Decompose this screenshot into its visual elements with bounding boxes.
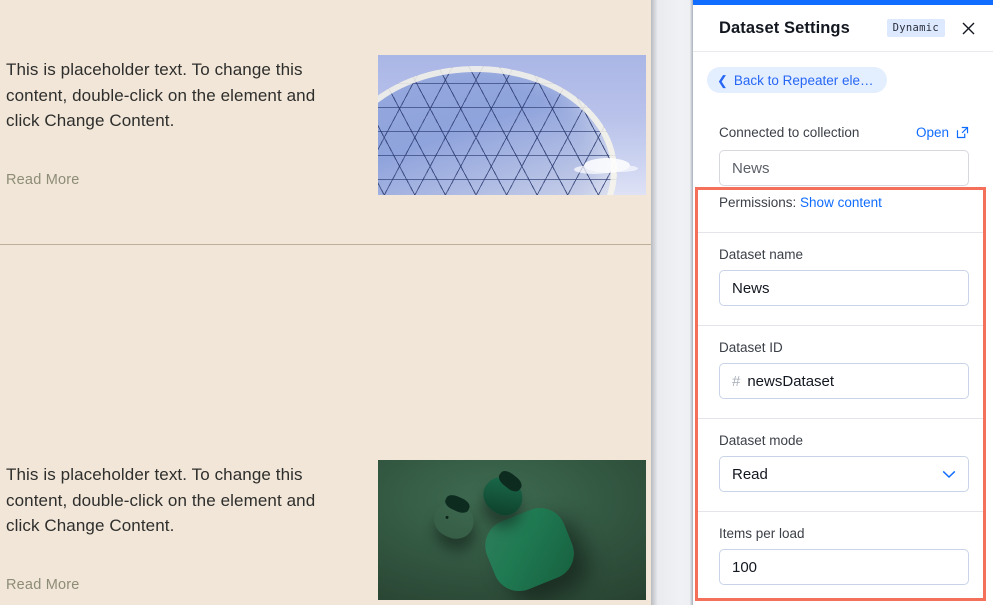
app-root: This is placeholder text. To change this… bbox=[0, 0, 993, 605]
hash-icon: # bbox=[732, 372, 741, 390]
dataset-id-input[interactable]: # newsDataset bbox=[719, 363, 969, 399]
dataset-mode-label: Dataset mode bbox=[719, 433, 804, 448]
section-divider bbox=[698, 325, 983, 326]
dataset-name-label: Dataset name bbox=[719, 247, 804, 262]
show-content-link[interactable]: Show content bbox=[800, 195, 882, 210]
dataset-name-input[interactable]: News bbox=[719, 270, 969, 306]
panel-title: Dataset Settings bbox=[719, 18, 850, 37]
external-link-icon bbox=[956, 126, 969, 139]
green-earbuds-image[interactable] bbox=[378, 460, 646, 600]
repeater-item[interactable]: This is placeholder text. To change this bbox=[0, 280, 651, 420]
chevron-down-icon bbox=[942, 470, 956, 479]
permissions-label: Permissions: bbox=[719, 195, 797, 210]
panel-header: Dataset Settings Dynamic bbox=[693, 5, 993, 52]
items-per-load-value: 100 bbox=[732, 558, 758, 576]
collection-input-value: News bbox=[732, 159, 770, 177]
editor-canvas[interactable]: This is placeholder text. To change this… bbox=[0, 0, 651, 605]
chevron-left-icon: ❮ bbox=[717, 72, 728, 88]
item-text[interactable]: This is placeholder text. To change this… bbox=[6, 57, 346, 134]
items-per-load-input[interactable]: 100 bbox=[719, 549, 969, 585]
back-button-label: Back to Repeater ele… bbox=[733, 72, 874, 88]
connected-to-collection-label: Connected to collection bbox=[719, 125, 860, 140]
repeater-item[interactable]: This is placeholder text. To change this… bbox=[0, 140, 651, 600]
earbud-case-shape bbox=[477, 500, 582, 599]
close-icon[interactable] bbox=[959, 19, 977, 37]
repeater-element[interactable]: This is placeholder text. To change this… bbox=[0, 0, 651, 600]
permissions-row: Permissions: Show content bbox=[719, 195, 882, 210]
dataset-name-value: News bbox=[732, 279, 770, 297]
dynamic-badge: Dynamic bbox=[886, 19, 945, 37]
canvas-gutter bbox=[651, 0, 693, 605]
read-more-link[interactable]: Read More bbox=[6, 577, 80, 593]
item-text[interactable]: This is placeholder text. To change this… bbox=[6, 462, 346, 539]
open-collection-link[interactable]: Open bbox=[916, 125, 969, 140]
open-link-label: Open bbox=[915, 125, 949, 140]
earbud-left-shape bbox=[429, 492, 481, 545]
dataset-id-value: newsDataset bbox=[747, 372, 835, 390]
section-divider bbox=[698, 418, 983, 419]
repeater-item[interactable]: This is placeholder text. To change this… bbox=[0, 0, 651, 245]
collection-input[interactable]: News bbox=[719, 150, 969, 186]
dataset-mode-select[interactable]: Read bbox=[719, 456, 969, 492]
connected-to-collection-row: Connected to collection Open bbox=[719, 125, 969, 140]
section-divider bbox=[698, 232, 983, 233]
section-divider bbox=[698, 511, 983, 512]
dataset-id-label: Dataset ID bbox=[719, 340, 783, 355]
items-per-load-label: Items per load bbox=[719, 526, 805, 541]
dataset-settings-panel: Dataset Settings Dynamic ❮ Back to Repea… bbox=[693, 0, 993, 605]
back-to-repeater-button[interactable]: ❮ Back to Repeater ele… bbox=[707, 67, 888, 93]
dataset-mode-value: Read bbox=[732, 465, 768, 483]
